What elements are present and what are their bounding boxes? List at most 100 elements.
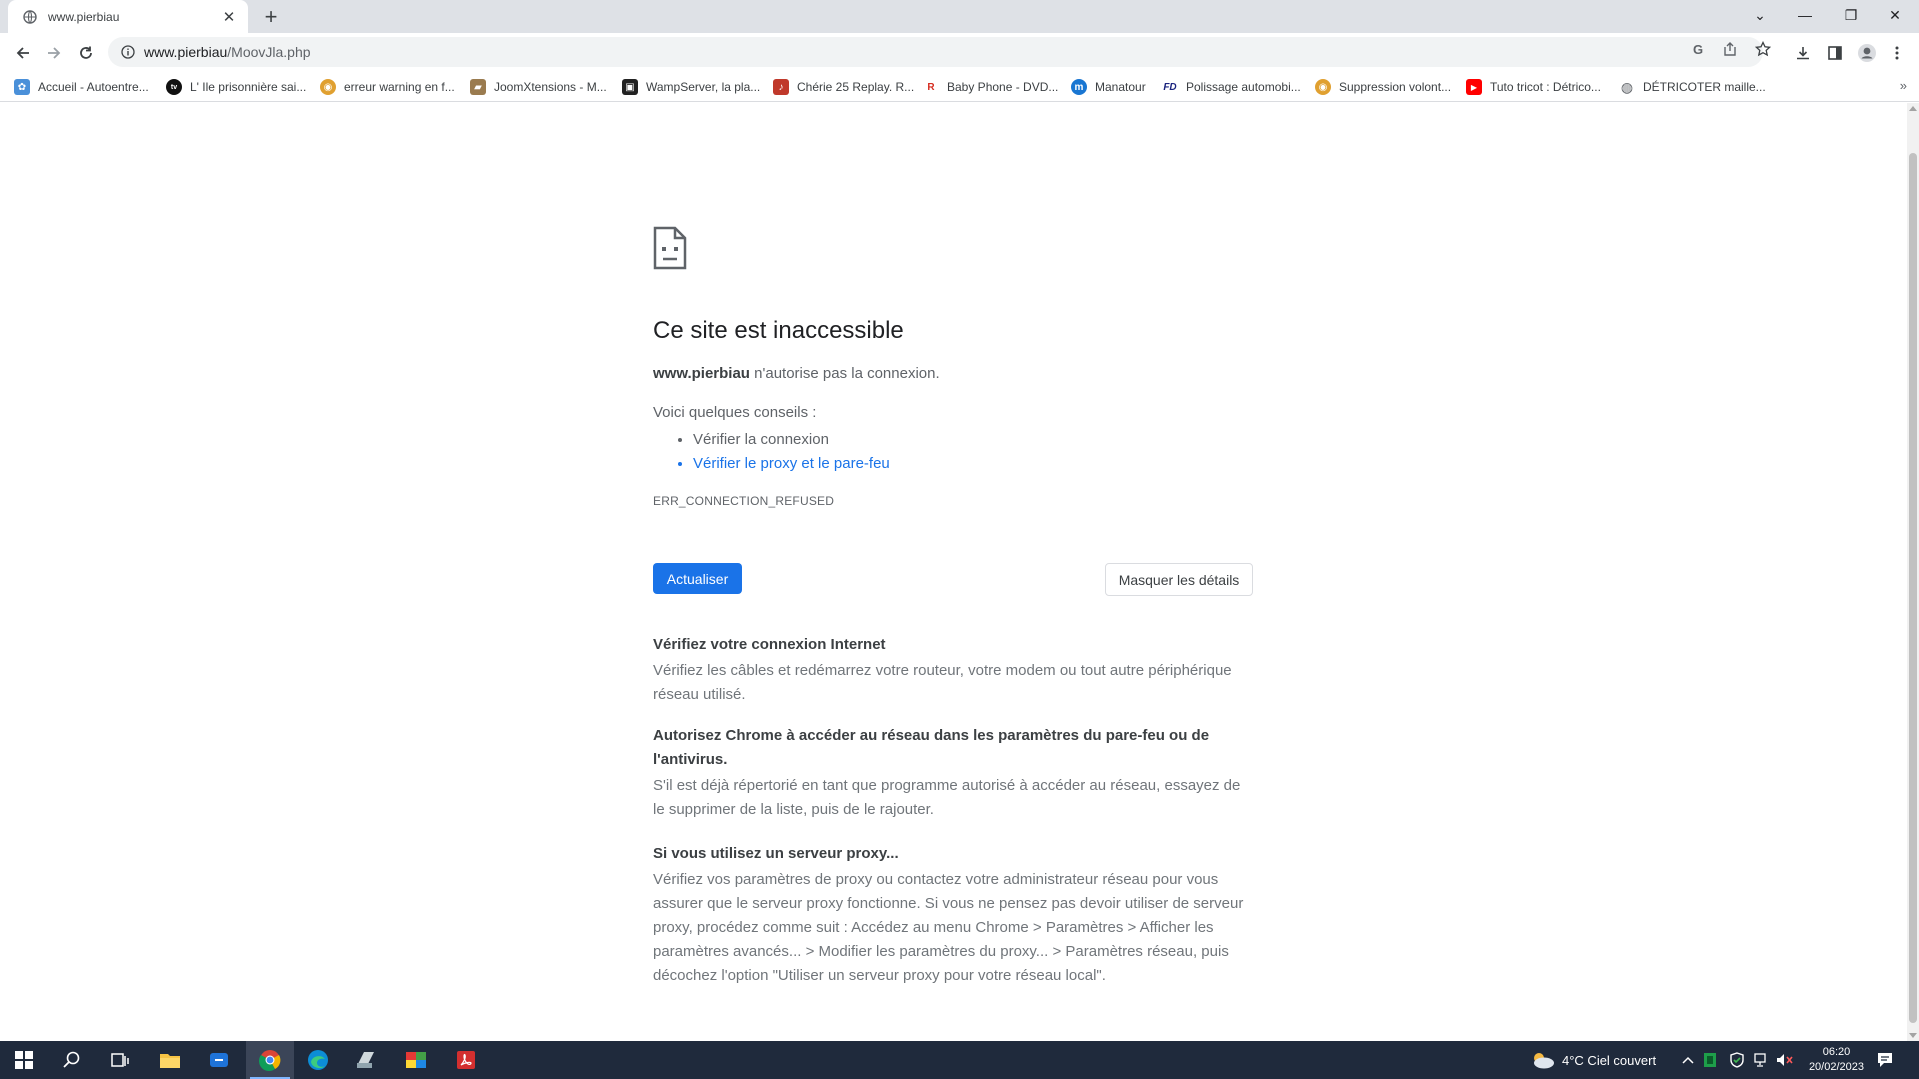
bookmark-star-icon[interactable]: [1754, 40, 1772, 58]
chrome-taskbar-button[interactable]: [246, 1041, 294, 1079]
bookmark-label: JoomXtensions - M...: [494, 80, 607, 94]
tray-icon[interactable]: [1703, 1041, 1717, 1079]
acrobat-taskbar-button[interactable]: [442, 1041, 490, 1079]
windows-logo-icon: [15, 1051, 33, 1069]
file-explorer-button[interactable]: [146, 1041, 194, 1079]
bookmark-item[interactable]: R Baby Phone - DVD...: [923, 77, 1058, 97]
detail-body: S'il est déjà répertorié en tant que pro…: [653, 777, 1241, 818]
bookmark-item[interactable]: ◉ erreur warning en f...: [320, 77, 455, 97]
bookmark-item[interactable]: ▣ WampServer, la pla...: [622, 77, 760, 97]
google-lens-icon[interactable]: G: [1690, 40, 1708, 58]
bookmark-item[interactable]: ♪ Chérie 25 Replay. R...: [773, 77, 914, 97]
bookmark-item[interactable]: m Manatour: [1071, 77, 1146, 97]
scroll-up-icon[interactable]: [1909, 106, 1917, 111]
share-icon[interactable]: [1721, 40, 1739, 58]
chrome-menu-icon[interactable]: [1886, 42, 1908, 64]
notifications-button[interactable]: [1876, 1041, 1894, 1079]
bookmark-item[interactable]: ◉ Suppression volont...: [1315, 77, 1451, 97]
bookmark-favicon-icon: ✿: [14, 79, 30, 95]
task-view-button[interactable]: [96, 1041, 144, 1079]
bookmark-label: erreur warning en f...: [344, 80, 455, 94]
download-icon[interactable]: [1792, 42, 1814, 64]
tab-search-icon[interactable]: ⌄: [1738, 0, 1782, 30]
bookmark-favicon-icon: R: [923, 79, 939, 95]
scrollbar-thumb[interactable]: [1909, 153, 1917, 1023]
bookmark-favicon-icon: ▶: [1466, 79, 1482, 95]
security-shield-icon: [1704, 1053, 1716, 1067]
tray-icon[interactable]: [1729, 1041, 1745, 1079]
bookmark-item[interactable]: FD Polissage automobi...: [1162, 77, 1301, 97]
svg-text:G: G: [1693, 42, 1703, 56]
new-tab-button[interactable]: +: [258, 4, 284, 29]
tab-active[interactable]: www.pierbiau ✕: [8, 0, 248, 33]
clock-time: 06:20: [1822, 1046, 1851, 1058]
detail-heading: Autorisez Chrome à accéder au réseau dan…: [653, 727, 1210, 768]
bookmark-label: Polissage automobi...: [1186, 80, 1301, 94]
bookmark-item[interactable]: tv L' Ile prisonnière sai...: [166, 77, 306, 97]
volume-muted-icon: [1777, 1054, 1793, 1066]
printer-app-icon: [357, 1052, 374, 1068]
bookmark-label: Manatour: [1095, 80, 1146, 94]
back-button[interactable]: [8, 38, 38, 68]
edge-icon: [308, 1050, 328, 1070]
system-clock[interactable]: 06:20 20/02/2023: [1809, 1045, 1864, 1075]
bookmark-favicon-icon: ◉: [320, 79, 336, 95]
volume-button[interactable]: [1776, 1041, 1794, 1079]
forward-button[interactable]: [39, 38, 69, 68]
side-panel-icon[interactable]: [1824, 42, 1846, 64]
network-icon: [1754, 1053, 1766, 1067]
bookmark-label: Baby Phone - DVD...: [947, 80, 1059, 94]
url-text: www.pierbiau/MoovJla.php: [144, 44, 311, 60]
profile-avatar-icon[interactable]: [1856, 42, 1878, 64]
error-host: www.pierbiau: [653, 365, 750, 382]
search-icon: [63, 1051, 80, 1068]
arrow-right-icon: [48, 47, 61, 59]
bookmark-item[interactable]: ◍ DÉTRICOTER maille...: [1619, 77, 1766, 97]
bookmarks-overflow-button[interactable]: »: [1900, 78, 1907, 93]
weather-text: 4°C Ciel couvert: [1562, 1052, 1657, 1068]
page-scrollbar[interactable]: [1907, 103, 1919, 1041]
bookmark-item[interactable]: ▶ Tuto tricot : Détrico...: [1466, 77, 1601, 97]
app-button[interactable]: [342, 1041, 390, 1079]
error-code: ERR_CONNECTION_REFUSED: [653, 494, 835, 508]
sad-document-icon: [653, 226, 687, 270]
hide-details-button[interactable]: Masquer les détails: [1105, 563, 1253, 596]
show-hidden-icons-button[interactable]: [1682, 1041, 1694, 1079]
detail-heading: Vérifiez votre connexion Internet: [653, 636, 886, 653]
start-button[interactable]: [0, 1041, 48, 1079]
color-app-icon: [406, 1052, 426, 1068]
bookmarks-bar: ✿ Accueil - Autoentre... tv L' Ile prisonn…: [0, 72, 1919, 102]
bookmark-favicon-icon: FD: [1162, 79, 1178, 95]
cloudy-weather-icon: [1534, 1053, 1554, 1069]
weather-widget[interactable]: 4°C Ciel couvert: [1530, 1041, 1656, 1079]
tab-close-icon[interactable]: ✕: [220, 8, 238, 26]
bookmark-item[interactable]: ✿ Accueil - Autoentre...: [14, 77, 149, 97]
defender-icon: [1730, 1052, 1744, 1068]
search-button[interactable]: [48, 1041, 96, 1079]
arrow-left-icon: [16, 47, 29, 59]
pdf-icon: [457, 1051, 475, 1069]
reload-button[interactable]: [71, 38, 101, 68]
app-button[interactable]: [392, 1041, 440, 1079]
tip-link-proxy[interactable]: Vérifier le proxy et le pare-feu: [693, 452, 890, 476]
url-host: www.pierbiau: [144, 44, 228, 60]
chevron-up-icon: [1682, 1056, 1694, 1064]
app-button[interactable]: [196, 1041, 244, 1079]
bookmark-label: DÉTRICOTER maille...: [1643, 80, 1766, 94]
info-icon[interactable]: [120, 44, 136, 60]
task-view-icon: [111, 1053, 129, 1067]
reload-page-button[interactable]: Actualiser: [653, 563, 742, 594]
edge-taskbar-button[interactable]: [294, 1041, 342, 1079]
address-bar[interactable]: www.pierbiau/MoovJla.php: [108, 37, 1763, 67]
tips-list: Vérifier la connexion Vérifier le proxy …: [693, 428, 890, 476]
restore-button[interactable]: ❐: [1829, 0, 1873, 30]
bookmark-item[interactable]: ▰ JoomXtensions - M...: [470, 77, 607, 97]
scroll-down-icon[interactable]: [1909, 1033, 1917, 1038]
close-window-button[interactable]: ✕: [1873, 0, 1917, 30]
bookmark-label: Accueil - Autoentre...: [38, 80, 149, 94]
tray-icon[interactable]: [1753, 1041, 1769, 1079]
minimize-button[interactable]: —: [1783, 0, 1827, 30]
folder-icon: [160, 1054, 180, 1068]
detail-body: Vérifiez les câbles et redémarrez votre …: [653, 662, 1232, 703]
detail-heading: Si vous utilisez un serveur proxy...: [653, 845, 899, 862]
